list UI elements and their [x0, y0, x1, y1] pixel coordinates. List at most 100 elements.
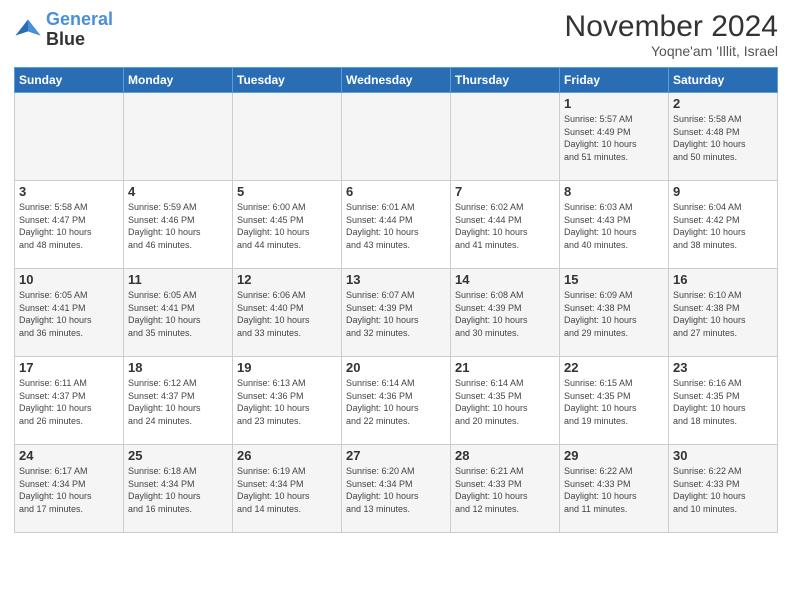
day-number: 15 — [564, 272, 664, 287]
day-info: Sunrise: 6:15 AM Sunset: 4:35 PM Dayligh… — [564, 377, 664, 427]
calendar-cell: 8 Sunrise: 6:03 AM Sunset: 4:43 PM Daylig… — [560, 181, 669, 269]
calendar-cell: 3Sunrise: 5:58 AM Sunset: 4:47 PM Daylig… — [15, 181, 124, 269]
day-info: Sunrise: 6:19 AM Sunset: 4:34 PM Dayligh… — [237, 465, 337, 515]
calendar-cell: 24 Sunrise: 6:17 AM Sunset: 4:34 PM Dayli… — [15, 445, 124, 533]
day-number: 16 — [673, 272, 773, 287]
calendar-cell: 16 Sunrise: 6:10 AM Sunset: 4:38 PM Dayli… — [669, 269, 778, 357]
calendar-cell: 15 Sunrise: 6:09 AM Sunset: 4:38 PM Dayli… — [560, 269, 669, 357]
calendar-cell: 20Sunrise: 6:14 AM Sunset: 4:36 PM Dayli… — [342, 357, 451, 445]
title-block: November 2024 Yoqne'am 'Illit, Israel — [565, 10, 778, 59]
day-number: 1 — [564, 96, 664, 111]
calendar-week-row: 10 Sunrise: 6:05 AM Sunset: 4:41 PM Dayli… — [15, 269, 778, 357]
day-info: Sunrise: 6:07 AM Sunset: 4:39 PM Dayligh… — [346, 289, 446, 339]
calendar-cell: 14 Sunrise: 6:08 AM Sunset: 4:39 PM Dayli… — [451, 269, 560, 357]
header: GeneralBlue November 2024 Yoqne'am 'Illi… — [14, 10, 778, 59]
day-info: Sunrise: 6:17 AM Sunset: 4:34 PM Dayligh… — [19, 465, 119, 515]
day-number: 13 — [346, 272, 446, 287]
day-info: Sunrise: 5:57 AM Sunset: 4:49 PM Dayligh… — [564, 113, 664, 163]
day-number: 8 — [564, 184, 664, 199]
calendar-cell — [451, 93, 560, 181]
day-info: Sunrise: 6:09 AM Sunset: 4:38 PM Dayligh… — [564, 289, 664, 339]
day-number: 29 — [564, 448, 664, 463]
calendar-cell: 9Sunrise: 6:04 AM Sunset: 4:42 PM Daylig… — [669, 181, 778, 269]
day-number: 7 — [455, 184, 555, 199]
calendar-cell: 22 Sunrise: 6:15 AM Sunset: 4:35 PM Dayli… — [560, 357, 669, 445]
weekday-header: Tuesday — [233, 68, 342, 93]
day-info: Sunrise: 6:22 AM Sunset: 4:33 PM Dayligh… — [673, 465, 773, 515]
day-info: Sunrise: 6:20 AM Sunset: 4:34 PM Dayligh… — [346, 465, 446, 515]
day-info: Sunrise: 6:22 AM Sunset: 4:33 PM Dayligh… — [564, 465, 664, 515]
day-number: 2 — [673, 96, 773, 111]
day-info: Sunrise: 6:08 AM Sunset: 4:39 PM Dayligh… — [455, 289, 555, 339]
day-number: 25 — [128, 448, 228, 463]
calendar-cell: 4 Sunrise: 5:59 AM Sunset: 4:46 PM Daylig… — [124, 181, 233, 269]
day-number: 23 — [673, 360, 773, 375]
weekday-header: Friday — [560, 68, 669, 93]
day-number: 10 — [19, 272, 119, 287]
weekday-header: Wednesday — [342, 68, 451, 93]
calendar-container: GeneralBlue November 2024 Yoqne'am 'Illi… — [0, 0, 792, 541]
day-info: Sunrise: 6:16 AM Sunset: 4:35 PM Dayligh… — [673, 377, 773, 427]
logo-text: GeneralBlue — [46, 10, 113, 50]
calendar-cell: 23 Sunrise: 6:16 AM Sunset: 4:35 PM Dayli… — [669, 357, 778, 445]
calendar-cell: 29 Sunrise: 6:22 AM Sunset: 4:33 PM Dayli… — [560, 445, 669, 533]
day-number: 14 — [455, 272, 555, 287]
calendar-cell: 18Sunrise: 6:12 AM Sunset: 4:37 PM Dayli… — [124, 357, 233, 445]
location: Yoqne'am 'Illit, Israel — [565, 43, 778, 59]
day-number: 3 — [19, 184, 119, 199]
calendar-week-row: 1 Sunrise: 5:57 AM Sunset: 4:49 PM Daylig… — [15, 93, 778, 181]
calendar-cell — [15, 93, 124, 181]
day-number: 26 — [237, 448, 337, 463]
calendar-cell: 17Sunrise: 6:11 AM Sunset: 4:37 PM Dayli… — [15, 357, 124, 445]
calendar-table: SundayMondayTuesdayWednesdayThursdayFrid… — [14, 67, 778, 533]
day-info: Sunrise: 6:00 AM Sunset: 4:45 PM Dayligh… — [237, 201, 337, 251]
day-number: 11 — [128, 272, 228, 287]
day-number: 9 — [673, 184, 773, 199]
calendar-cell: 26 Sunrise: 6:19 AM Sunset: 4:34 PM Dayli… — [233, 445, 342, 533]
calendar-cell: 11 Sunrise: 6:05 AM Sunset: 4:41 PM Dayli… — [124, 269, 233, 357]
day-number: 6 — [346, 184, 446, 199]
day-number: 30 — [673, 448, 773, 463]
calendar-cell — [124, 93, 233, 181]
logo: GeneralBlue — [14, 10, 113, 50]
calendar-cell — [342, 93, 451, 181]
logo-icon — [14, 16, 42, 44]
calendar-cell: 19Sunrise: 6:13 AM Sunset: 4:36 PM Dayli… — [233, 357, 342, 445]
day-number: 19 — [237, 360, 337, 375]
day-info: Sunrise: 6:01 AM Sunset: 4:44 PM Dayligh… — [346, 201, 446, 251]
calendar-week-row: 17Sunrise: 6:11 AM Sunset: 4:37 PM Dayli… — [15, 357, 778, 445]
calendar-cell: 13 Sunrise: 6:07 AM Sunset: 4:39 PM Dayli… — [342, 269, 451, 357]
calendar-cell: 21Sunrise: 6:14 AM Sunset: 4:35 PM Dayli… — [451, 357, 560, 445]
calendar-cell: 12 Sunrise: 6:06 AM Sunset: 4:40 PM Dayli… — [233, 269, 342, 357]
month-title: November 2024 — [565, 10, 778, 43]
calendar-cell: 30 Sunrise: 6:22 AM Sunset: 4:33 PM Dayli… — [669, 445, 778, 533]
day-info: Sunrise: 6:10 AM Sunset: 4:38 PM Dayligh… — [673, 289, 773, 339]
calendar-cell: 6 Sunrise: 6:01 AM Sunset: 4:44 PM Daylig… — [342, 181, 451, 269]
weekday-header: Thursday — [451, 68, 560, 93]
day-info: Sunrise: 6:14 AM Sunset: 4:35 PM Dayligh… — [455, 377, 555, 427]
calendar-cell: 1 Sunrise: 5:57 AM Sunset: 4:49 PM Daylig… — [560, 93, 669, 181]
day-info: Sunrise: 6:11 AM Sunset: 4:37 PM Dayligh… — [19, 377, 119, 427]
day-info: Sunrise: 5:59 AM Sunset: 4:46 PM Dayligh… — [128, 201, 228, 251]
day-number: 24 — [19, 448, 119, 463]
day-number: 28 — [455, 448, 555, 463]
day-number: 20 — [346, 360, 446, 375]
day-info: Sunrise: 6:03 AM Sunset: 4:43 PM Dayligh… — [564, 201, 664, 251]
day-info: Sunrise: 6:06 AM Sunset: 4:40 PM Dayligh… — [237, 289, 337, 339]
calendar-cell: 25Sunrise: 6:18 AM Sunset: 4:34 PM Dayli… — [124, 445, 233, 533]
calendar-cell: 27Sunrise: 6:20 AM Sunset: 4:34 PM Dayli… — [342, 445, 451, 533]
calendar-cell: 2 Sunrise: 5:58 AM Sunset: 4:48 PM Daylig… — [669, 93, 778, 181]
day-info: Sunrise: 5:58 AM Sunset: 4:48 PM Dayligh… — [673, 113, 773, 163]
day-number: 4 — [128, 184, 228, 199]
weekday-header: Sunday — [15, 68, 124, 93]
header-row: SundayMondayTuesdayWednesdayThursdayFrid… — [15, 68, 778, 93]
calendar-week-row: 3Sunrise: 5:58 AM Sunset: 4:47 PM Daylig… — [15, 181, 778, 269]
day-number: 12 — [237, 272, 337, 287]
calendar-cell — [233, 93, 342, 181]
day-info: Sunrise: 6:05 AM Sunset: 4:41 PM Dayligh… — [128, 289, 228, 339]
calendar-cell: 28Sunrise: 6:21 AM Sunset: 4:33 PM Dayli… — [451, 445, 560, 533]
calendar-week-row: 24 Sunrise: 6:17 AM Sunset: 4:34 PM Dayli… — [15, 445, 778, 533]
day-number: 18 — [128, 360, 228, 375]
day-number: 22 — [564, 360, 664, 375]
weekday-header: Monday — [124, 68, 233, 93]
